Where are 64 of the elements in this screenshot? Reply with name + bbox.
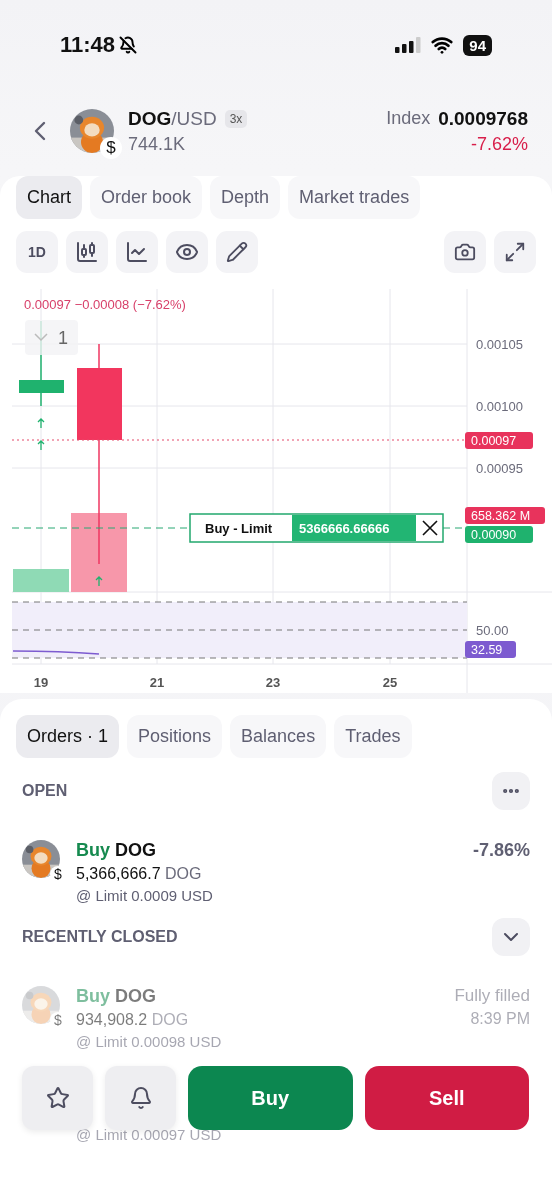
date-axis-label: 19 bbox=[33, 675, 49, 690]
last-price-tag: 0.00097 bbox=[465, 432, 533, 449]
camera-icon[interactable] bbox=[444, 231, 486, 273]
date-axis-label: 25 bbox=[382, 675, 398, 690]
tab[interactable]: Market trades bbox=[288, 176, 421, 219]
chart-legend: 0.00097 −0.00008 (−7.62%) bbox=[24, 297, 186, 312]
tab[interactable]: Orders · 1 bbox=[16, 715, 120, 758]
date-axis-label: 21 bbox=[149, 675, 165, 690]
interval-button[interactable]: 1D bbox=[16, 231, 58, 273]
date-axis-label: 23 bbox=[265, 675, 281, 690]
volume-bar bbox=[13, 569, 69, 592]
pair-base: DOG bbox=[128, 107, 172, 130]
tab[interactable]: Chart bbox=[16, 176, 82, 219]
candles-icon[interactable] bbox=[66, 231, 108, 273]
arrow-up-icon bbox=[37, 418, 45, 429]
volume: 744.1K bbox=[128, 133, 187, 155]
order-amount: 5,366,666.7 DOG bbox=[76, 865, 203, 883]
order-status: Fully filled bbox=[454, 986, 530, 1006]
tab[interactable]: Order book bbox=[90, 176, 203, 219]
order-limit: @ Limit 0.00098 USD bbox=[76, 1033, 223, 1050]
eye-icon[interactable] bbox=[166, 231, 208, 273]
order-limit: @ Limit 0.0009 USD bbox=[76, 887, 214, 904]
index-label: Index bbox=[386, 108, 431, 129]
tab[interactable]: Positions bbox=[127, 715, 223, 758]
tab[interactable]: Trades bbox=[334, 715, 412, 758]
price-axis-label: 0.00095 bbox=[476, 461, 523, 476]
tab[interactable]: Depth bbox=[210, 176, 281, 219]
volume-tag: 658.362 M bbox=[465, 507, 545, 524]
price-change: -7.62% bbox=[470, 133, 528, 155]
order-line-label[interactable]: Buy - Limit 5366666.66666 bbox=[189, 513, 444, 543]
index-value: 0.0009768 bbox=[438, 107, 528, 130]
signal-icon bbox=[395, 37, 422, 53]
more-icon[interactable] bbox=[492, 772, 530, 810]
order-price-tag: 0.00090 bbox=[465, 526, 533, 543]
dollar-badge: $ bbox=[100, 137, 122, 159]
order-title: Buy DOG bbox=[76, 840, 158, 861]
tab[interactable]: Balances bbox=[230, 715, 327, 758]
arrow-up-icon bbox=[37, 440, 45, 451]
line-chart-icon[interactable] bbox=[116, 231, 158, 273]
clock: 11:48 bbox=[60, 32, 116, 58]
bell-icon[interactable] bbox=[105, 1066, 176, 1130]
section-title: RECENTLY CLOSED bbox=[22, 928, 178, 946]
order-amount: 934,908.2 DOG bbox=[76, 1011, 190, 1029]
wifi-icon bbox=[431, 34, 454, 56]
pair-quote: /USD bbox=[171, 107, 217, 130]
bell-off-icon bbox=[119, 36, 138, 54]
order-title: Buy DOG bbox=[76, 986, 158, 1007]
sell-button[interactable]: Sell bbox=[364, 1066, 529, 1130]
section-title: OPEN bbox=[22, 782, 68, 800]
rsi-tag: 32.59 bbox=[465, 641, 516, 658]
chevron-down-icon[interactable] bbox=[492, 918, 530, 956]
leverage-badge: 3x bbox=[224, 109, 248, 128]
price-axis-label: 0.00105 bbox=[476, 337, 523, 352]
battery-level: 94 bbox=[463, 34, 492, 56]
order-time: 8:39 PM bbox=[470, 1010, 530, 1028]
expand-icon[interactable] bbox=[494, 231, 536, 273]
price-axis-label: 0.00100 bbox=[476, 399, 523, 414]
close-icon[interactable] bbox=[422, 520, 438, 536]
buy-button[interactable]: Buy bbox=[188, 1066, 353, 1130]
arrow-up-icon bbox=[95, 576, 103, 587]
rsi-axis-label: 50.00 bbox=[476, 623, 509, 638]
pencil-icon[interactable] bbox=[216, 231, 258, 273]
order-change: -7.86% bbox=[472, 840, 530, 861]
collapse-control[interactable]: 1 bbox=[25, 320, 78, 355]
